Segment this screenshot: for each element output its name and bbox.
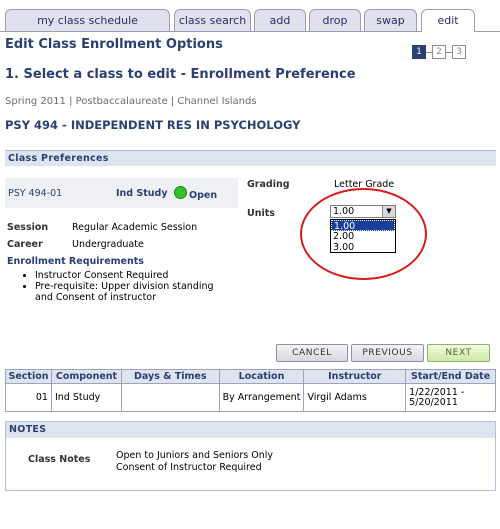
- step-1-indicator: 1: [412, 45, 426, 59]
- class-heading: PSY 494 - INDEPENDENT RES IN PSYCHOLOGY: [5, 118, 301, 132]
- col-header-instructor: Instructor: [303, 369, 407, 384]
- class-component: Ind Study: [116, 188, 168, 199]
- requirement-item: Instructor Consent Required: [35, 270, 219, 281]
- requirements-list: Instructor Consent Required Pre-requisit…: [19, 270, 219, 303]
- requirement-item: Pre-requisite: Upper division standing a…: [35, 281, 219, 303]
- cell-start-end-date: 1/22/2011 - 5/20/2011: [405, 383, 496, 412]
- previous-button[interactable]: PREVIOUS: [351, 344, 424, 362]
- step-3-indicator: 3: [452, 45, 466, 59]
- open-status-icon: [174, 186, 187, 199]
- tab-class-search[interactable]: class search: [174, 9, 251, 31]
- class-notes-label: Class Notes: [28, 454, 91, 465]
- tab-edit[interactable]: edit: [421, 9, 475, 32]
- enrollment-requirements-label: Enrollment Requirements: [7, 256, 144, 267]
- step-title: 1. Select a class to edit - Enrollment P…: [5, 67, 356, 82]
- highlight-annotation: [300, 188, 427, 280]
- col-header-section: Section: [5, 369, 52, 384]
- tab-add[interactable]: add: [254, 9, 306, 31]
- cancel-button[interactable]: CANCEL: [276, 344, 348, 362]
- session-label: Session: [7, 222, 49, 233]
- table-row: 01 Ind Study By Arrangement Virgil Adams…: [5, 383, 496, 412]
- cell-component: Ind Study: [50, 383, 122, 412]
- col-header-days-times: Days & Times: [120, 369, 220, 384]
- step-2-indicator: 2: [432, 45, 446, 59]
- tab-my-class-schedule[interactable]: my class schedule: [5, 9, 170, 31]
- tab-swap[interactable]: swap: [364, 9, 417, 31]
- cell-days-times: [120, 383, 220, 412]
- next-button[interactable]: NEXT: [427, 344, 490, 362]
- class-sections-table: Section Component Days & Times Location …: [5, 369, 496, 412]
- col-header-location: Location: [218, 369, 305, 384]
- page-title: Edit Class Enrollment Options: [5, 37, 223, 52]
- table-header-row: Section Component Days & Times Location …: [5, 369, 496, 384]
- cell-location: By Arrangement: [218, 383, 305, 412]
- units-label: Units: [247, 208, 275, 219]
- col-header-start-end-date: Start/End Date: [405, 369, 496, 384]
- cell-instructor: Virgil Adams: [303, 383, 407, 412]
- class-code: PSY 494-01: [8, 188, 63, 199]
- col-header-component: Component: [50, 369, 122, 384]
- notes-header: NOTES: [6, 422, 495, 438]
- class-preferences-header: Class Preferences: [5, 150, 496, 166]
- tab-drop[interactable]: drop: [309, 9, 361, 31]
- grading-label: Grading: [247, 179, 290, 190]
- session-value: Regular Academic Session: [72, 222, 198, 233]
- class-notes-line: Open to Juniors and Seniors Only: [116, 450, 273, 461]
- class-status: Open: [189, 190, 218, 201]
- career-value: Undergraduate: [72, 239, 144, 250]
- notes-panel: NOTES Class Notes Open to Juniors and Se…: [5, 421, 496, 491]
- class-notes-line: Consent of Instructor Required: [116, 462, 262, 473]
- cell-section: 01: [5, 383, 52, 412]
- career-label: Career: [7, 239, 43, 250]
- term-info: Spring 2011 | Postbaccalaureate | Channe…: [5, 96, 257, 107]
